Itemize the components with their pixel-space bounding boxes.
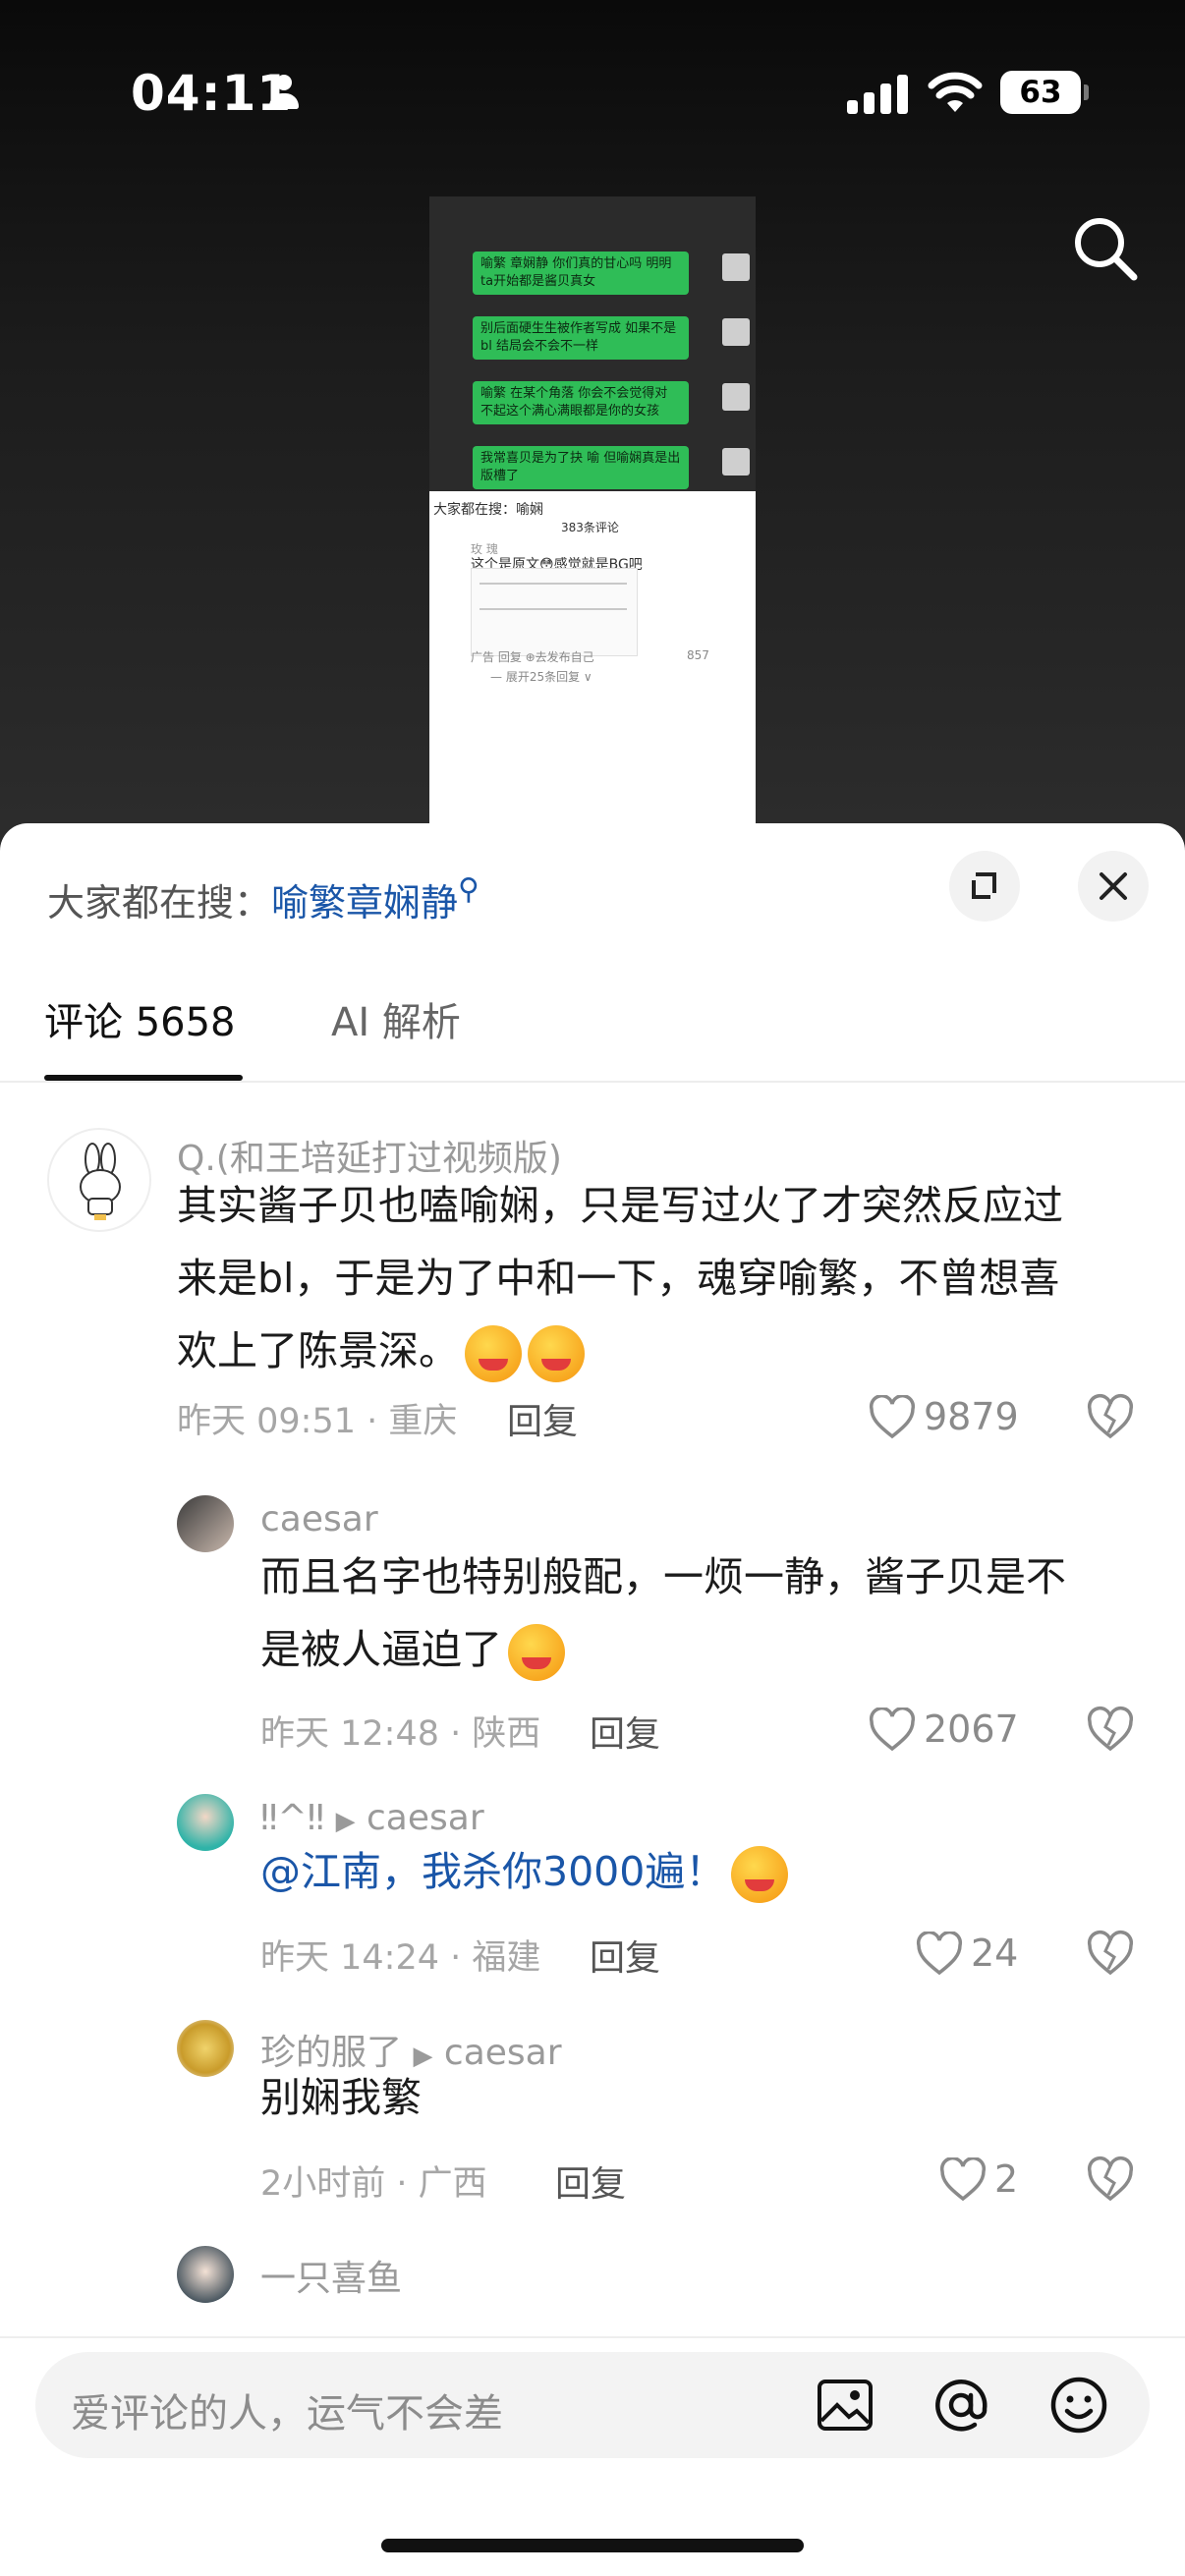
thumb-comment-count: 383条评论 [561, 521, 619, 534]
reply-meta: 昨天 12:48 · 陕西 [260, 1714, 541, 1754]
reply-arrow-icon: ▶ [335, 1807, 356, 1836]
comment-input-placeholder: 爱评论的人，运气不会差 [71, 2391, 503, 2436]
expand-icon [972, 872, 996, 899]
emoji-icon[interactable] [1047, 2374, 1110, 2436]
reply-button[interactable]: 回复 [555, 2156, 626, 2207]
dizzy-emoji-icon [508, 1624, 565, 1681]
reply-author: ‼^‼ ▶ caesar [260, 1798, 484, 1838]
thumb-meta: 广告 回复 ⊕去发布自己 [471, 650, 594, 664]
heart-icon [939, 2157, 987, 2202]
crying-emoji-icon [731, 1846, 789, 1903]
broken-heart-icon[interactable] [1086, 1706, 1135, 1755]
avatar[interactable] [177, 1495, 234, 1552]
thumb-likes: 857 [687, 648, 709, 662]
reply-text: 别娴我繁 [260, 2074, 422, 2121]
reply-button[interactable]: 回复 [507, 1393, 578, 1444]
avatar[interactable] [177, 2246, 234, 2303]
tab-ai-analysis[interactable]: AI 解析 [331, 990, 461, 1047]
sheet-header: 大家都在搜：喻繁章娴静⚲ [0, 823, 1185, 951]
reply-to-name[interactable]: caesar [367, 1798, 484, 1838]
reply-button[interactable]: 回复 [590, 1930, 660, 1981]
person-icon [267, 75, 301, 114]
video-area[interactable]: 04:11 63 喻繁 章娴静 你们真的甘心吗 明明ta开始都是酱贝真女 别后面… [0, 0, 1185, 884]
comment-screenshot: 大家都在搜：喻娴 383条评论 玫 瑰 这个是原文😳感觉就是BG吧 广告 回复 … [429, 491, 756, 825]
avatar[interactable] [177, 2020, 234, 2077]
comment-input[interactable]: 爱评论的人，运气不会差 [35, 2352, 1150, 2458]
avatar[interactable] [47, 1128, 151, 1232]
chat-bubble: 喻繁 在某个角落 你会不会觉得对 不起这个满心满眼都是你的女孩 [473, 381, 689, 424]
avatar[interactable] [177, 1794, 234, 1851]
image-icon[interactable] [814, 2374, 876, 2436]
thumb-search-hint: 大家都在搜：喻娴 [433, 502, 543, 518]
blushing-emoji-icon [528, 1325, 585, 1382]
comment-input-bar: 爱评论的人，运气不会差 [0, 2336, 1185, 2576]
tab-active-indicator [44, 1075, 243, 1081]
video-thumbnail[interactable]: 喻繁 章娴静 你们真的甘心吗 明明ta开始都是酱贝真女 别后面硬生生被作者写成 … [429, 196, 756, 825]
reply-author[interactable]: 一只喜鱼 [260, 2250, 402, 2301]
chat-bubble: 我常喜贝是为了抉 喻 但喻娴真是出版槽了 [473, 446, 689, 489]
home-indicator[interactable] [381, 2539, 804, 2552]
like-button[interactable]: 2067 [869, 1706, 1026, 1755]
status-bar: 04:11 63 [0, 59, 1185, 128]
search-icon[interactable] [1071, 214, 1140, 283]
like-button[interactable]: 24 [916, 1930, 1034, 1979]
like-count: 2067 [924, 1708, 1019, 1751]
chat-avatar [722, 383, 750, 411]
like-count: 9879 [924, 1395, 1019, 1438]
broken-heart-icon[interactable] [1086, 2156, 1135, 2205]
chat-bubble: 喻繁 章娴静 你们真的甘心吗 明明ta开始都是酱贝真女 [473, 252, 689, 295]
close-button[interactable] [1078, 851, 1149, 922]
search-suggestion-keyword[interactable]: 喻繁章娴静 [271, 881, 458, 924]
search-suggestion-label: 大家都在搜： [47, 881, 272, 924]
thumb-expand: — 展开25条回复 ∨ [490, 670, 592, 684]
heart-icon [916, 1932, 963, 1976]
cellular-signal-icon [847, 75, 908, 114]
reply-author-name[interactable]: ‼^‼ [260, 1798, 324, 1838]
chat-avatar [722, 253, 750, 281]
search-suggestion[interactable]: 大家都在搜：喻繁章娴静⚲ [47, 872, 480, 926]
heart-icon [869, 1708, 916, 1752]
comment-tabs: 评论 5658 AI 解析 [0, 971, 1185, 1083]
like-count: 2 [994, 2157, 1019, 2201]
like-button[interactable]: 2 [939, 2156, 1038, 2205]
reply-text: @江南，我杀你3000遍！ [260, 1835, 1150, 1908]
broken-heart-icon[interactable] [1086, 1393, 1135, 1442]
comment-sheet: 大家都在搜：喻繁章娴静⚲ 评论 5658 AI 解析 Q.(和王培延打过视频版)… [0, 823, 1185, 2576]
reply-author[interactable]: caesar [260, 1499, 378, 1540]
blushing-emoji-icon [465, 1325, 522, 1382]
heart-icon [869, 1395, 916, 1439]
chat-avatar [722, 448, 750, 476]
chat-screenshot: 喻繁 章娴静 你们真的甘心吗 明明ta开始都是酱贝真女 别后面硬生生被作者写成 … [429, 196, 756, 491]
chat-avatar [722, 318, 750, 346]
tab-comments[interactable]: 评论 5658 [44, 990, 236, 1047]
chat-bubble: 别后面硬生生被作者写成 如果不是bl 结局会不会不一样 [473, 316, 689, 360]
close-icon [1100, 872, 1127, 900]
reply-meta: 2小时前 · 广西 [260, 2164, 487, 2204]
wifi-icon [928, 72, 983, 112]
reply-meta: 昨天 14:24 · 福建 [260, 1938, 541, 1978]
comment-text: 其实酱子贝也嗑喻娴，只是写过火了才突然反应过 来是bl，于是为了中和一下，魂穿喻… [177, 1169, 1150, 1387]
battery-indicator: 63 [1000, 71, 1089, 114]
like-button[interactable]: 9879 [869, 1393, 1026, 1442]
reply-text: 而且名字也特别般配，一烦一静，酱子贝是不 是被人逼迫了 [260, 1540, 1150, 1686]
reply-button[interactable]: 回复 [590, 1706, 660, 1757]
broken-heart-icon[interactable] [1086, 1930, 1135, 1979]
thumb-image-card [471, 568, 638, 656]
small-search-icon: ⚲ [458, 872, 480, 907]
like-count: 24 [971, 1932, 1019, 1975]
comment-meta: 昨天 09:51 · 重庆 [177, 1402, 458, 1441]
expand-button[interactable] [949, 851, 1020, 922]
at-icon[interactable] [930, 2374, 992, 2436]
